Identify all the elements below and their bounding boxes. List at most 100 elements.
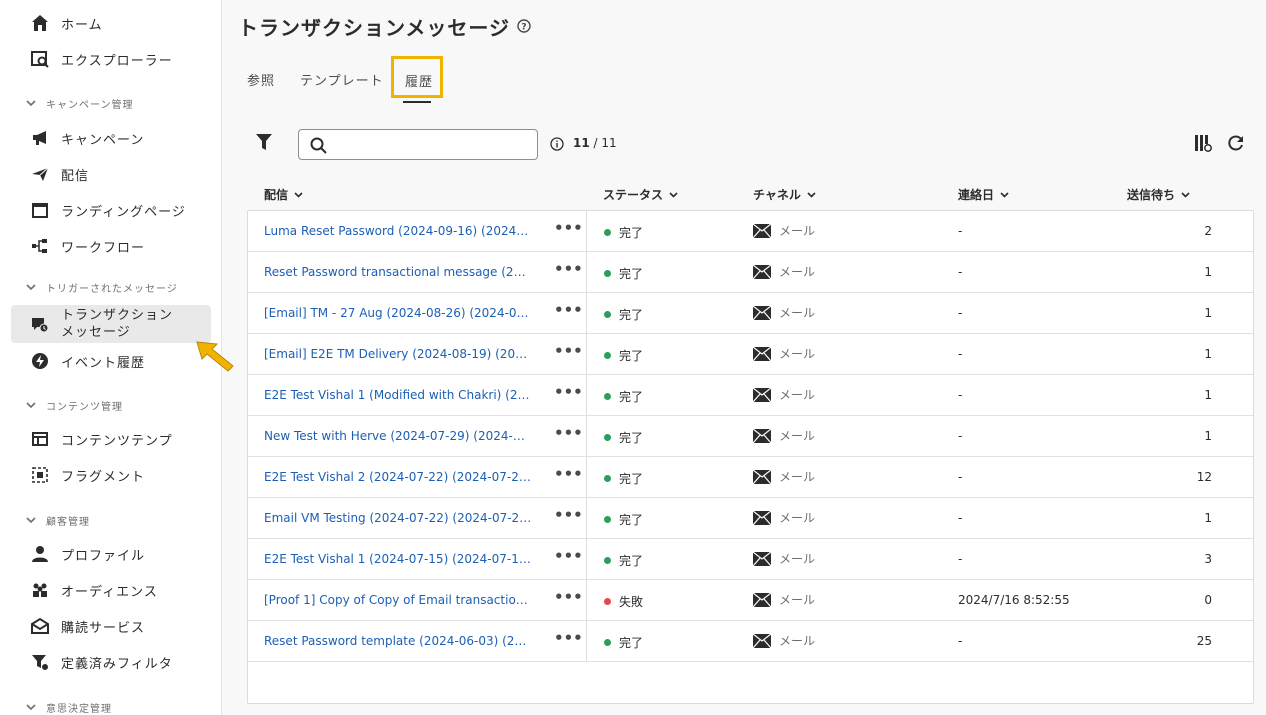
section-content-management[interactable]: コンテンツ管理 bbox=[26, 398, 123, 413]
audience-icon bbox=[30, 580, 50, 600]
table-row[interactable]: E2E Test Vishal 1 (2024-07-15) (2024-07-… bbox=[248, 539, 1253, 580]
column-header-delivery[interactable]: 配信 bbox=[264, 186, 303, 203]
chevron-down-icon bbox=[1000, 191, 1009, 198]
tab-browse[interactable]: 参照 bbox=[247, 70, 275, 89]
refresh-icon[interactable] bbox=[1227, 134, 1245, 156]
column-header-status[interactable]: ステータス bbox=[603, 186, 678, 203]
column-header-pending[interactable]: 送信待ち bbox=[1127, 186, 1190, 203]
sidebar-item-label: 配信 bbox=[61, 168, 90, 184]
pending-count-cell: 1 bbox=[1204, 347, 1212, 361]
profile-icon bbox=[30, 544, 50, 564]
status-dot-icon bbox=[604, 434, 611, 441]
sidebar-item-label: 購読サービス bbox=[61, 620, 146, 636]
more-actions-button[interactable]: ••• bbox=[554, 629, 583, 647]
column-settings-icon[interactable] bbox=[1194, 134, 1212, 156]
table-row[interactable]: Reset Password transactional message (20… bbox=[248, 252, 1253, 293]
delivery-name-link[interactable]: E2E Test Vishal 1 (2024-07-15) (2024-07-… bbox=[264, 552, 532, 566]
status-cell: 完了 bbox=[604, 429, 643, 446]
status-label: 完了 bbox=[619, 390, 644, 404]
column-header-channel[interactable]: チャネル bbox=[753, 186, 816, 203]
table-row[interactable]: [Proof 1] Copy of Copy of Email transact… bbox=[248, 580, 1253, 621]
status-cell: 完了 bbox=[604, 306, 643, 323]
delivery-name-link[interactable]: Email VM Testing (2024-07-22) (2024-07-2… bbox=[264, 511, 532, 525]
table-row[interactable]: [Email] TM - 27 Aug (2024-08-26) (2024-0… bbox=[248, 293, 1253, 334]
chevron-down-icon bbox=[294, 191, 303, 198]
mail-icon bbox=[753, 428, 771, 443]
sidebar-item-label: エクスプローラー bbox=[61, 53, 173, 69]
sidebar-item-explorer[interactable]: エクスプローラー bbox=[30, 48, 173, 70]
status-cell: 完了 bbox=[604, 511, 643, 528]
search-input[interactable] bbox=[298, 129, 538, 160]
sidebar-item-fragments[interactable]: フラグメント bbox=[30, 464, 145, 486]
filter-icon[interactable] bbox=[256, 133, 272, 155]
table-row[interactable]: [Email] E2E TM Delivery (2024-08-19) (20… bbox=[248, 334, 1253, 375]
section-label: コンテンツ管理 bbox=[46, 402, 123, 413]
channel-label: メール bbox=[779, 552, 816, 566]
sidebar-item-label-line2: メッセージ bbox=[61, 325, 131, 340]
lightning-icon bbox=[30, 351, 50, 371]
status-dot-icon bbox=[604, 270, 611, 277]
table-row[interactable]: E2E Test Vishal 2 (2024-07-22) (2024-07-… bbox=[248, 457, 1253, 498]
megaphone-icon bbox=[30, 128, 50, 148]
more-actions-button[interactable]: ••• bbox=[554, 588, 583, 606]
section-decision-management[interactable]: 意思決定管理 bbox=[26, 700, 112, 715]
sidebar-item-home[interactable]: ホーム bbox=[30, 12, 103, 34]
sidebar-item-audiences[interactable]: オーディエンス bbox=[30, 579, 158, 601]
tab-templates[interactable]: テンプレート bbox=[300, 70, 384, 89]
channel-cell: メール bbox=[753, 550, 815, 567]
sidebar-item-delivery[interactable]: 配信 bbox=[30, 163, 89, 185]
section-campaign-management[interactable]: キャンペーン管理 bbox=[26, 96, 134, 111]
delivery-name-link[interactable]: E2E Test Vishal 1 (Modified with Chakri)… bbox=[264, 388, 532, 402]
delivery-name-link[interactable]: Reset Password template (2024-06-03) (20… bbox=[264, 634, 532, 648]
status-dot-icon bbox=[604, 229, 611, 236]
chevron-down-icon bbox=[26, 703, 36, 713]
more-actions-button[interactable]: ••• bbox=[554, 260, 583, 278]
more-actions-button[interactable]: ••• bbox=[554, 547, 583, 565]
section-label: 意思決定管理 bbox=[46, 704, 112, 715]
sidebar-item-workflow[interactable]: ワークフロー bbox=[30, 235, 145, 257]
info-icon[interactable] bbox=[550, 136, 564, 155]
chevron-down-icon bbox=[26, 99, 36, 109]
delivery-name-link[interactable]: [Email] E2E TM Delivery (2024-08-19) (20… bbox=[264, 347, 532, 361]
sidebar-item-label: プロファイル bbox=[61, 548, 146, 564]
delivery-name-link[interactable]: New Test with Herve (2024-07-29) (2024-0… bbox=[264, 429, 532, 443]
mail-icon bbox=[753, 305, 771, 320]
delivery-name-link[interactable]: [Proof 1] Copy of Copy of Email transact… bbox=[264, 593, 532, 607]
delivery-name-link[interactable]: [Email] TM - 27 Aug (2024-08-26) (2024-0… bbox=[264, 306, 532, 320]
sidebar-item-transactional-messages[interactable]: トランザクション メッセージ bbox=[30, 307, 173, 341]
more-actions-button[interactable]: ••• bbox=[554, 301, 583, 319]
channel-cell: メール bbox=[753, 263, 815, 280]
section-triggered-messages[interactable]: トリガーされたメッセージ bbox=[26, 280, 178, 295]
sidebar-item-landing-page[interactable]: ランディングページ bbox=[30, 199, 186, 221]
channel-cell: メール bbox=[753, 386, 815, 403]
table-row[interactable]: Email VM Testing (2024-07-22) (2024-07-2… bbox=[248, 498, 1253, 539]
more-actions-button[interactable]: ••• bbox=[554, 506, 583, 524]
more-actions-button[interactable]: ••• bbox=[554, 342, 583, 360]
sidebar-item-subscription-services[interactable]: 購読サービス bbox=[30, 615, 145, 637]
sidebar-item-label: 定義済みフィルタ bbox=[61, 656, 173, 672]
table-row[interactable]: Reset Password template (2024-06-03) (20… bbox=[248, 621, 1253, 662]
more-actions-button[interactable]: ••• bbox=[554, 465, 583, 483]
channel-label: メール bbox=[779, 224, 816, 238]
more-actions-button[interactable]: ••• bbox=[554, 383, 583, 401]
table-row[interactable]: E2E Test Vishal 1 (Modified with Chakri)… bbox=[248, 375, 1253, 416]
column-header-label: 配信 bbox=[264, 188, 289, 202]
svg-text:?: ? bbox=[521, 23, 526, 33]
more-actions-button[interactable]: ••• bbox=[554, 424, 583, 442]
table-row[interactable]: Luma Reset Password (2024-09-16) (2024-0… bbox=[248, 211, 1253, 252]
tab-highlight-box bbox=[391, 56, 443, 98]
delivery-name-link[interactable]: E2E Test Vishal 2 (2024-07-22) (2024-07-… bbox=[264, 470, 532, 484]
delivery-name-link[interactable]: Reset Password transactional message (20… bbox=[264, 265, 532, 279]
delivery-name-link[interactable]: Luma Reset Password (2024-09-16) (2024-0… bbox=[264, 224, 532, 238]
help-icon[interactable]: ? bbox=[517, 18, 531, 37]
sidebar-item-campaign[interactable]: キャンペーン bbox=[30, 127, 144, 149]
sidebar-item-event-history[interactable]: イベント履歴 bbox=[30, 350, 145, 372]
more-actions-button[interactable]: ••• bbox=[554, 219, 583, 237]
pending-count-cell: 3 bbox=[1204, 552, 1212, 566]
column-header-contact-date[interactable]: 連絡日 bbox=[958, 186, 1009, 203]
table-row[interactable]: New Test with Herve (2024-07-29) (2024-0… bbox=[248, 416, 1253, 457]
sidebar-item-profiles[interactable]: プロファイル bbox=[30, 543, 145, 565]
sidebar-item-predefined-filters[interactable]: 定義済みフィルタ bbox=[30, 651, 173, 673]
section-customer-management[interactable]: 顧客管理 bbox=[26, 513, 90, 528]
sidebar-item-content-templates[interactable]: コンテンツテンプ bbox=[30, 428, 173, 450]
